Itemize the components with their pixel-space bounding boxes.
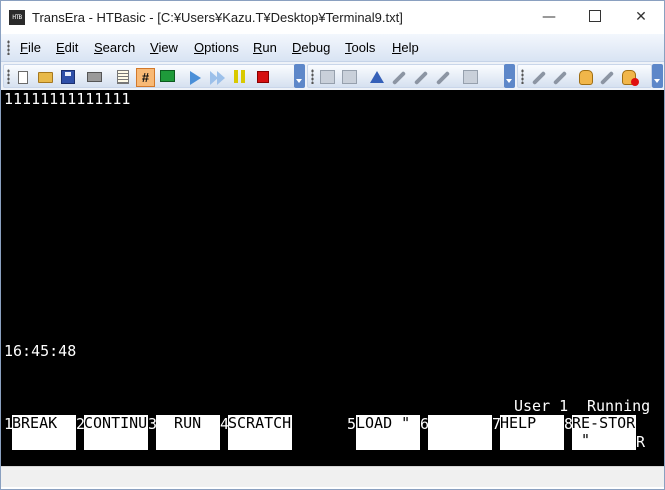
new-file-icon[interactable]: [18, 71, 28, 84]
softkey-5-number: 5: [347, 415, 357, 433]
open-folder-icon[interactable]: [38, 72, 53, 83]
find-icon[interactable]: [320, 70, 335, 84]
settings-icon[interactable]: [552, 70, 568, 86]
toolbar-grip[interactable]: [311, 69, 314, 84]
pause-icon-bar: [241, 70, 245, 83]
toolbar-debug: [307, 64, 505, 88]
softkey-7-help[interactable]: HELP: [500, 415, 564, 450]
maximize-icon: [589, 10, 601, 22]
status-state: Running: [587, 397, 651, 415]
toolbar-options-chevron[interactable]: [652, 64, 663, 88]
menu-run[interactable]: Run: [253, 40, 277, 55]
breakpoint-icon[interactable]: [463, 70, 478, 84]
softkey-1-break[interactable]: BREAK: [12, 415, 76, 450]
htbasic-app-icon[interactable]: HTB: [9, 10, 25, 25]
softkey-4-scratch[interactable]: SCRATCH: [228, 415, 292, 450]
menu-tools[interactable]: Tools: [345, 40, 375, 55]
menu-debug[interactable]: Debug: [292, 40, 330, 55]
tools-icon[interactable]: [531, 70, 547, 86]
hand-stop-icon[interactable]: [622, 70, 639, 86]
menu-file[interactable]: File: [20, 40, 41, 55]
softkey-6-blank[interactable]: [428, 415, 492, 450]
status-user: User 1: [514, 397, 569, 415]
softkey-5-load[interactable]: LOAD ": [356, 415, 420, 450]
title-bar[interactable]: HTB TransEra - HTBasic - [C:¥Users¥Kazu.…: [1, 1, 664, 34]
output-line: 11111111111111: [4, 90, 131, 108]
menu-edit[interactable]: Edit: [56, 40, 78, 55]
continue-icon-tail: [217, 71, 225, 85]
toolbar-options-chevron[interactable]: [504, 64, 515, 88]
replace-icon[interactable]: [342, 70, 357, 84]
list-icon[interactable]: [117, 70, 129, 84]
softkey-2-continue[interactable]: CONTINUE: [84, 415, 148, 450]
toolbar-grip[interactable]: [7, 69, 10, 84]
toolbar-standard: #: [3, 64, 295, 88]
menu-view[interactable]: View: [150, 40, 178, 55]
menu-search[interactable]: Search: [94, 40, 135, 55]
pause-icon[interactable]: [234, 70, 238, 83]
toolbar-grip[interactable]: [521, 69, 524, 84]
toolbar-row: #: [1, 62, 664, 90]
line-numbers-icon[interactable]: #: [136, 68, 155, 87]
maximize-button[interactable]: [572, 1, 618, 34]
save-icon[interactable]: [61, 70, 75, 84]
horizontal-scrollbar[interactable]: [1, 466, 664, 487]
terminal-output[interactable]: 11111111111111 16:45:48 User 1 Running 1…: [1, 90, 664, 466]
step-icon[interactable]: [370, 71, 384, 83]
toolbar-options-chevron[interactable]: [294, 64, 305, 88]
toolbar-tools: [517, 64, 652, 88]
step-out-icon[interactable]: [435, 70, 451, 86]
minimize-button[interactable]: —: [526, 1, 572, 34]
htbasic-window: HTB TransEra - HTBasic - [C:¥Users¥Kazu.…: [0, 0, 665, 490]
menu-help[interactable]: Help: [392, 40, 419, 55]
menu-options[interactable]: Options: [194, 40, 239, 55]
hand-icon[interactable]: [579, 70, 593, 85]
close-button[interactable]: ✕: [618, 1, 664, 34]
menubar-grip[interactable]: [7, 40, 10, 55]
softkey-8-suffix: R: [636, 433, 646, 451]
softkey-3-run[interactable]: RUN: [156, 415, 220, 450]
print-icon[interactable]: [87, 72, 102, 82]
step-over-icon[interactable]: [413, 70, 429, 86]
clock-display: 16:45:48: [4, 342, 77, 360]
softkey-8-re-store[interactable]: RE-STORE ": [572, 415, 636, 450]
tools-alt-icon[interactable]: [599, 70, 615, 86]
step-into-icon[interactable]: [391, 70, 407, 86]
run-icon[interactable]: [190, 71, 201, 85]
window-title: TransEra - HTBasic - [C:¥Users¥Kazu.T¥De…: [32, 10, 403, 25]
monitor-icon[interactable]: [160, 70, 175, 82]
menu-bar: File Edit Search View Options Run Debug …: [1, 34, 664, 62]
stop-icon[interactable]: [257, 71, 269, 83]
